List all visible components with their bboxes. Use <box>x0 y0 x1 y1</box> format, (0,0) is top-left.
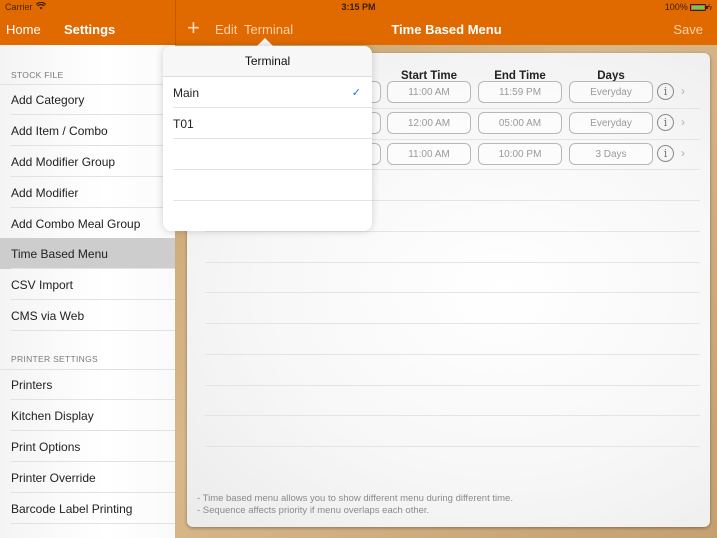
days-field[interactable]: 3 Days <box>569 143 653 165</box>
end-time-field[interactable]: 10:00 PM <box>478 143 562 165</box>
sidebar-item-print-options[interactable]: Print Options <box>0 431 175 462</box>
row-divider <box>205 385 700 386</box>
terminal-option-main[interactable]: Main ✓ <box>163 77 372 108</box>
sidebar-item-add-item-combo[interactable]: Add Item / Combo <box>0 115 175 146</box>
sidebar-item-label: Add Modifier <box>11 185 79 200</box>
edit-button[interactable]: Edit <box>215 22 237 37</box>
add-icon[interactable]: + <box>187 17 200 39</box>
sidebar-item-csv-import[interactable]: CSV Import <box>0 269 175 300</box>
sidebar-item-add-category[interactable]: Add Category <box>0 84 175 115</box>
sidebar-item-label: Kitchen Display <box>11 408 94 423</box>
terminal-option-empty <box>163 139 372 170</box>
section-header-printer-settings: PRINTER SETTINGS <box>11 354 98 364</box>
terminal-option-label: Main <box>173 85 200 100</box>
chevron-right-icon[interactable]: › <box>681 146 685 160</box>
sidebar-item-label: Add Category <box>11 92 85 107</box>
charging-icon: ϟ <box>707 2 712 12</box>
status-time: 3:15 PM <box>341 2 376 12</box>
popover-arrow <box>257 38 273 46</box>
sidebar-title: Settings <box>64 22 116 37</box>
terminal-option-t01[interactable]: T01 <box>163 108 372 139</box>
terminal-button[interactable]: Terminal <box>244 22 293 37</box>
sidebar-item-label: CMS via Web <box>11 308 85 323</box>
top-bar: Carrier 3:15 PM 100% ϟ Home Settings Tim… <box>0 0 717 45</box>
days-field[interactable]: Everyday <box>569 81 653 103</box>
sidebar-item-time-based-menu[interactable]: Time Based Menu <box>0 238 175 269</box>
row-divider <box>205 354 700 355</box>
chevron-right-icon[interactable]: › <box>681 115 685 129</box>
sidebar-item-label: Printers <box>11 377 53 392</box>
sidebar-item-label: Add Combo Meal Group <box>11 216 141 231</box>
status-battery: 100% ϟ <box>665 2 712 12</box>
sidebar-item-label: Barcode Label Printing <box>11 501 133 516</box>
start-time-field[interactable]: 11:00 AM <box>387 143 471 165</box>
sidebar-item-add-combo-meal-group[interactable]: Add Combo Meal Group <box>0 208 175 239</box>
info-icon[interactable]: i <box>657 114 674 131</box>
home-button[interactable]: Home <box>6 22 41 37</box>
battery-icon <box>689 3 708 11</box>
checkmark-icon: ✓ <box>351 87 361 99</box>
start-time-field[interactable]: 12:00 AM <box>387 112 471 134</box>
chevron-right-icon[interactable]: › <box>681 84 685 98</box>
sidebar-item-label: Print Options <box>11 439 81 454</box>
end-time-field[interactable]: 11:59 PM <box>478 81 562 103</box>
sidebar-item-label: Time Based Menu <box>11 246 108 261</box>
sidebar-item-cms-via-web[interactable]: CMS via Web <box>0 300 175 331</box>
row-divider <box>205 323 700 324</box>
sidebar-item-label: Add Item / Combo <box>11 123 108 138</box>
section-header-stock-file: STOCK FILE <box>11 70 64 80</box>
help-note: - Sequence affects priority if menu over… <box>197 505 430 516</box>
terminal-popover: Terminal Main ✓ T01 <box>163 46 372 231</box>
sidebar: STOCK FILE Add Category Add Item / Combo… <box>0 45 175 538</box>
help-note: - Time based menu allows you to show dif… <box>197 493 513 504</box>
sidebar-item-printers[interactable]: Printers <box>0 369 175 400</box>
sidebar-item-barcode-label-printing[interactable]: Barcode Label Printing <box>0 493 175 524</box>
popover-title: Terminal <box>163 46 372 77</box>
end-time-field[interactable]: 05:00 AM <box>478 112 562 134</box>
help-notes: - Time based menu allows you to show dif… <box>197 493 513 517</box>
row-divider <box>205 262 700 263</box>
sidebar-item-add-modifier[interactable]: Add Modifier <box>0 177 175 208</box>
row-divider <box>205 292 700 293</box>
sidebar-item-label: CSV Import <box>11 277 74 292</box>
battery-percent: 100% <box>664 2 688 12</box>
sidebar-item-printer-override[interactable]: Printer Override <box>0 462 175 493</box>
info-icon[interactable]: i <box>657 83 674 100</box>
save-button[interactable]: Save <box>673 22 703 37</box>
start-time-field[interactable]: 11:00 AM <box>387 81 471 103</box>
days-field[interactable]: Everyday <box>569 112 653 134</box>
row-divider <box>205 415 700 416</box>
sidebar-item-label: Printer Override <box>11 470 96 485</box>
terminal-option-empty <box>163 201 372 232</box>
terminal-option-label: T01 <box>173 116 194 131</box>
row-divider <box>205 446 700 447</box>
info-icon[interactable]: i <box>657 145 674 162</box>
sidebar-item-label: Add Modifier Group <box>11 154 116 169</box>
sidebar-item-kitchen-display[interactable]: Kitchen Display <box>0 400 175 431</box>
terminal-option-empty <box>163 170 372 201</box>
sidebar-item-add-modifier-group[interactable]: Add Modifier Group <box>0 146 175 177</box>
